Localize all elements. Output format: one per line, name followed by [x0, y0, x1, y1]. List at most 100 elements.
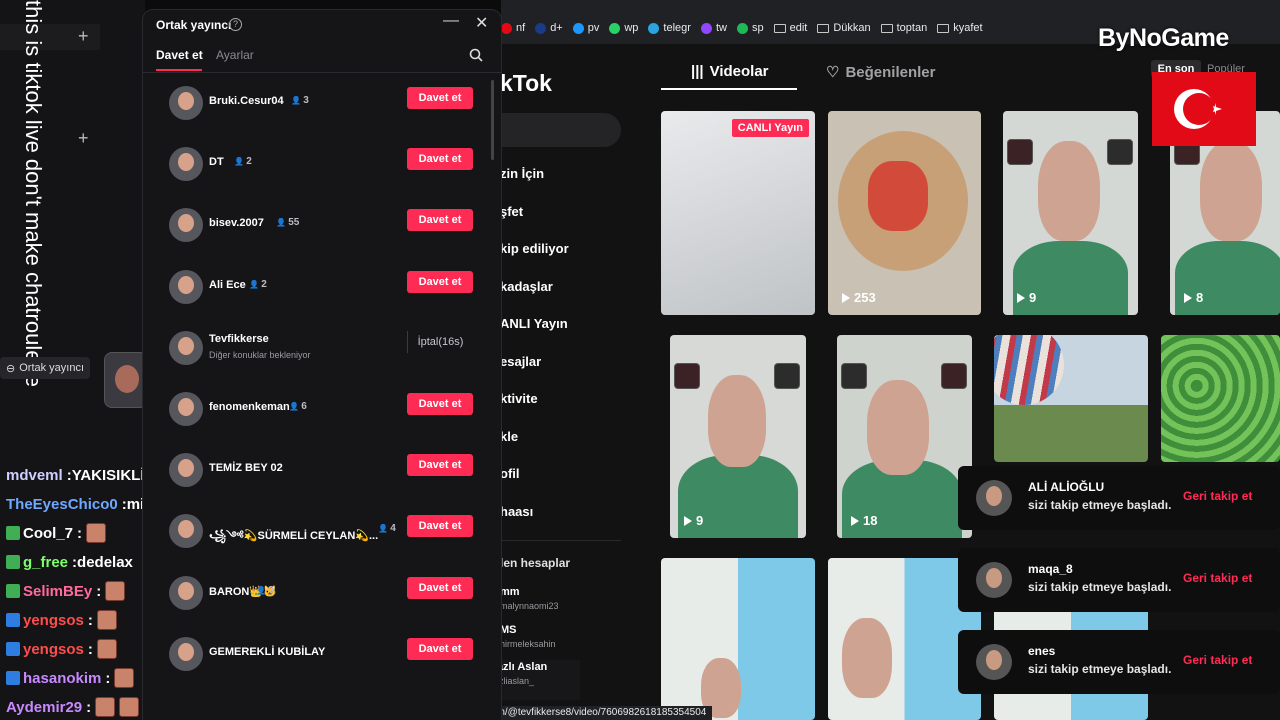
video-thumbnail[interactable] — [661, 558, 815, 720]
add-icon[interactable]: + — [78, 128, 89, 149]
follow-back-button[interactable]: Geri takip et — [1183, 489, 1252, 503]
video-thumbnail[interactable]: 9 — [670, 335, 806, 538]
video-thumbnail[interactable]: 253 — [828, 111, 981, 315]
emote-icon — [119, 697, 140, 717]
emote-icon — [96, 639, 117, 659]
following-name[interactable]: MS — [500, 624, 517, 636]
nav-item[interactable]: esajlar — [500, 354, 541, 369]
search-input[interactable] — [501, 113, 621, 147]
bookmark-1[interactable]: d+ — [535, 22, 563, 34]
play-icon — [851, 515, 859, 526]
pip-thumbnail — [941, 363, 967, 389]
follower-count-value: 9 — [268, 584, 274, 596]
tab-videos[interactable]: ||| Videolar — [691, 63, 769, 80]
grid-icon: ||| — [691, 63, 704, 80]
search-icon[interactable] — [469, 48, 483, 62]
follow-back-button[interactable]: Geri takip et — [1183, 571, 1252, 585]
bookmark-icon — [700, 22, 712, 34]
video-thumbnail[interactable]: 18 — [837, 335, 972, 538]
nav-item[interactable]: kadaşlar — [500, 279, 553, 294]
bookmark-10[interactable]: kyafet — [937, 22, 983, 34]
avatar — [169, 514, 203, 549]
cohost-preview[interactable] — [104, 352, 148, 408]
cancel-invite-button[interactable]: İptal(16s) — [407, 330, 473, 353]
follower-count: 👤 4 — [378, 523, 396, 534]
invitee-status: Diğer konuklar bekleniyor — [209, 349, 311, 360]
bookmark-6[interactable]: sp — [736, 22, 764, 34]
cohost-chip[interactable]: ⊖ Ortak yayıncı — [0, 357, 91, 379]
folder-icon — [880, 23, 893, 33]
invite-row: TEMİZ BEY 02 Davet et — [143, 441, 501, 502]
chat-badge-icon — [6, 526, 20, 540]
invite-button[interactable]: Davet et — [407, 148, 473, 171]
chat-separator: : — [86, 698, 92, 716]
active-tab-indicator — [661, 88, 797, 90]
tab-invite[interactable]: Davet et — [156, 48, 203, 62]
invitee-name: fenomenkeman — [209, 401, 290, 413]
following-name[interactable]: mm — [500, 586, 520, 598]
invite-row: fenomenkeman 👤 6 Davet et — [143, 380, 501, 441]
add-icon[interactable]: + — [78, 26, 89, 47]
nav-item[interactable]: ANLI Yayın — [500, 316, 568, 331]
tiktok-logo[interactable]: kTok — [500, 70, 552, 97]
bookmark-label: tw — [715, 22, 727, 34]
video-thumbnail[interactable] — [994, 335, 1148, 462]
bookmark-label: toptan — [896, 22, 928, 34]
follower-count: 👤 2 — [234, 156, 252, 167]
crescent-star-icon — [1174, 89, 1222, 129]
nav-item[interactable]: zin İçin — [500, 166, 544, 181]
nav-item[interactable]: haası — [500, 504, 533, 519]
emote-icon — [114, 668, 135, 688]
nav-item[interactable]: şfet — [500, 204, 523, 219]
chat-username: yengsos — [23, 611, 84, 629]
chat-username: Aydemir29 — [6, 698, 83, 716]
video-thumbnail[interactable]: CANLI Yayın — [661, 111, 815, 315]
invite-button[interactable]: Davet et — [407, 209, 473, 232]
bookmark-3[interactable]: wp — [609, 22, 638, 34]
overlay-caption: this is tiktok live don't make chatroule… — [21, 0, 46, 387]
bookmark-icon — [535, 22, 547, 34]
video-thumbnail[interactable]: 9 — [1003, 111, 1138, 315]
minimize-icon[interactable]: — — [443, 12, 459, 30]
bookmark-7[interactable]: edit — [773, 22, 807, 34]
tab-liked[interactable]: ♡ Beğenilenler — [826, 63, 935, 82]
bookmark-0[interactable]: nf — [501, 22, 525, 34]
invite-button[interactable]: Davet et — [407, 515, 473, 538]
follow-back-button[interactable]: Geri takip et — [1183, 653, 1252, 667]
face — [708, 375, 766, 467]
bookmark-label: nf — [516, 22, 526, 34]
invite-row: GEMEREKLİ KUBİLAY Davet et — [143, 625, 501, 686]
bookmark-2[interactable]: pv — [572, 22, 599, 34]
bookmark-9[interactable]: toptan — [880, 22, 928, 34]
tab-settings[interactable]: Ayarlar — [216, 48, 254, 62]
nav-item[interactable]: kip ediliyor — [500, 241, 569, 256]
invite-button[interactable]: Davet et — [407, 87, 473, 109]
avatar — [169, 330, 203, 365]
scrollbar[interactable] — [491, 80, 494, 160]
invite-row: bisev.2007 👤 55 Davet et — [143, 196, 501, 257]
chat-badge-icon — [6, 555, 20, 569]
invite-button[interactable]: Davet et — [407, 270, 473, 293]
video-thumbnail[interactable] — [1161, 335, 1280, 462]
invite-button[interactable]: Davet et — [407, 576, 473, 599]
follower-count: 👤 3 — [291, 95, 309, 106]
bookmark-4[interactable]: telegr — [648, 22, 691, 34]
chat-message: yengsos: — [6, 636, 117, 662]
close-icon[interactable]: ✕ — [475, 13, 488, 33]
invite-button[interactable]: Davet et — [407, 454, 473, 477]
divider — [143, 72, 501, 73]
bookmark-8[interactable]: Dükkan — [817, 22, 871, 34]
avatar — [169, 392, 203, 426]
invite-button[interactable]: Davet et — [407, 393, 473, 415]
nav-item[interactable]: kle — [500, 429, 518, 444]
chat-separator: : — [77, 524, 83, 542]
chat-message: Aydemir29: — [6, 694, 164, 720]
invite-button[interactable]: Davet et — [407, 637, 473, 660]
bookmark-5[interactable]: tw — [700, 22, 727, 34]
nav-item[interactable]: ofil — [500, 466, 520, 481]
help-icon[interactable]: ? — [229, 18, 242, 31]
chat-separator: : — [96, 582, 102, 600]
nav-item[interactable]: ktivite — [500, 391, 538, 406]
tomato — [868, 161, 928, 231]
cohost-chip-label: Ortak yayıncı — [19, 362, 85, 374]
